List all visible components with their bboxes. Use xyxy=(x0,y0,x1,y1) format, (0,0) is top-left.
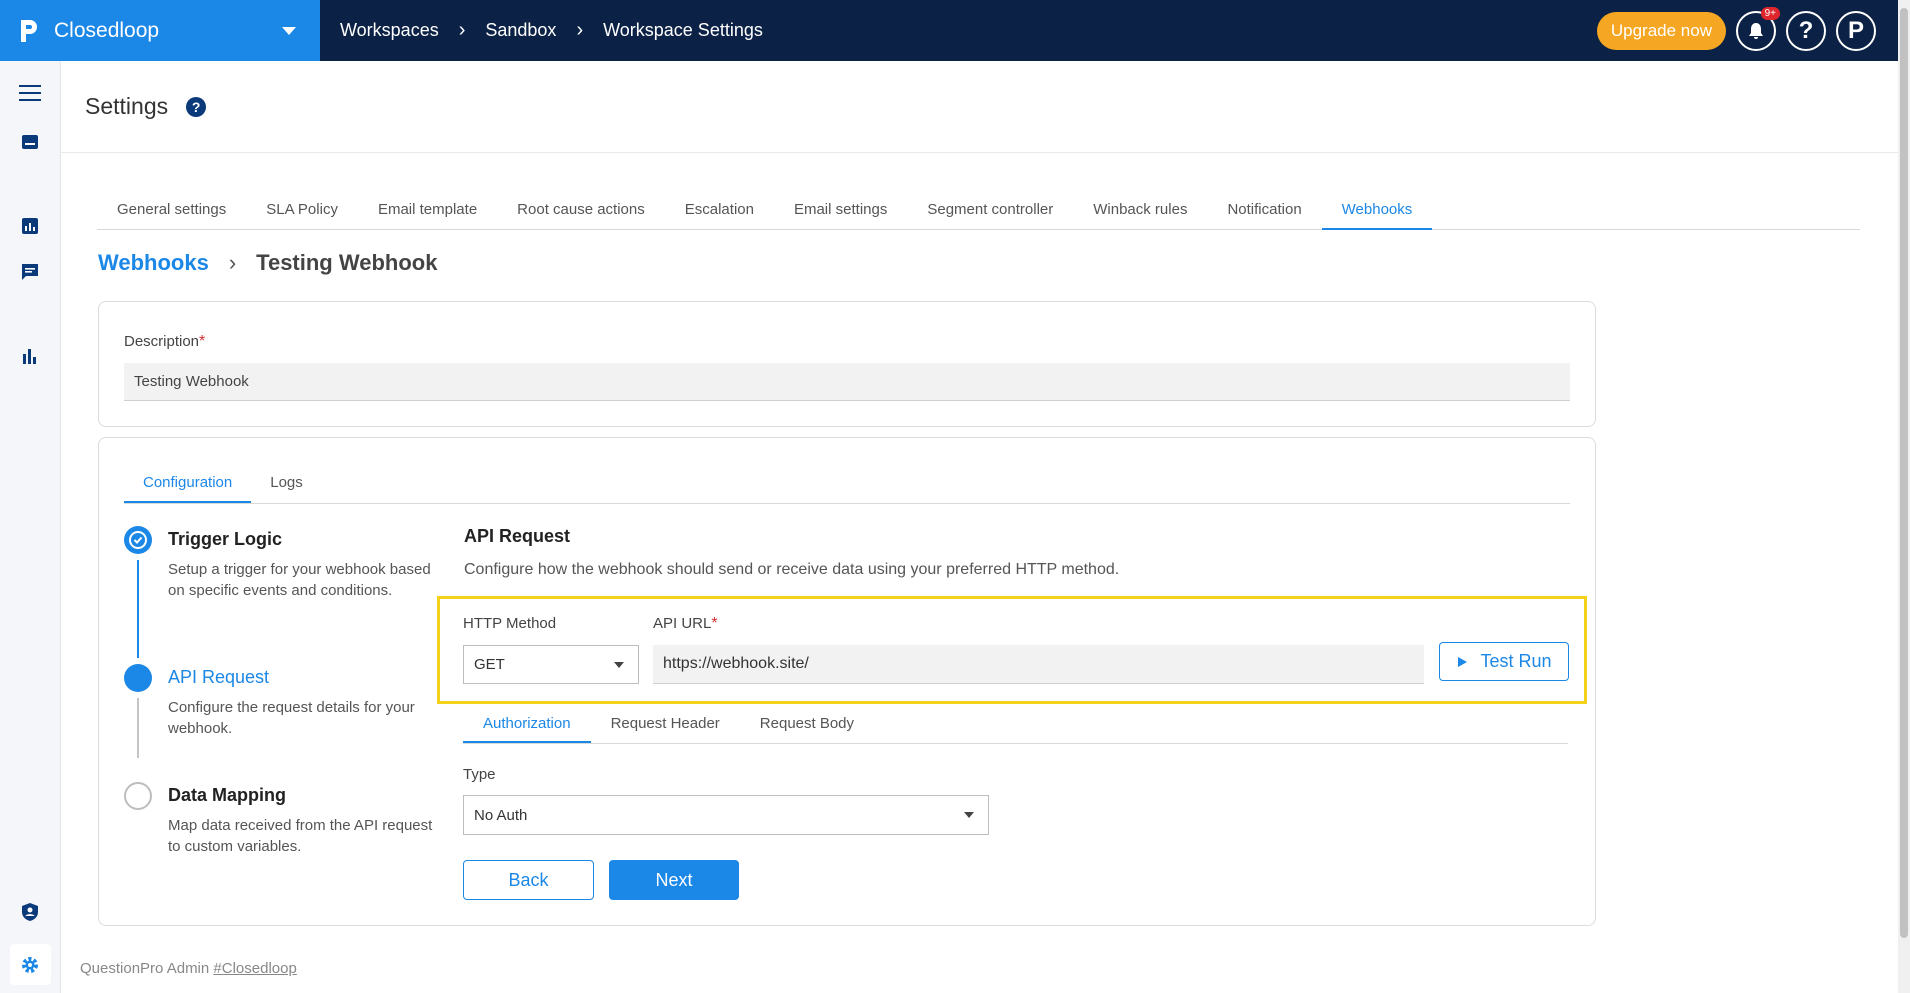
next-button[interactable]: Next xyxy=(609,860,739,900)
sidebar xyxy=(0,61,61,993)
step-desc: Map data received from the API request t… xyxy=(168,817,433,855)
test-run-button[interactable]: Test Run xyxy=(1439,642,1569,681)
description-input[interactable]: Testing Webhook xyxy=(124,363,1570,401)
top-breadcrumb: Workspaces › Sandbox › Workspace Setting… xyxy=(320,19,1597,42)
required-mark: * xyxy=(711,615,718,632)
chevron-right-icon: › xyxy=(228,250,237,275)
chevron-down-icon[interactable] xyxy=(282,26,296,35)
footer-link[interactable]: #Closedloop xyxy=(213,960,296,977)
step-data-mapping[interactable]: Data Mapping Map data received from the … xyxy=(124,782,434,872)
tab-email-settings[interactable]: Email settings xyxy=(774,193,907,230)
tab-configuration[interactable]: Configuration xyxy=(124,468,252,503)
description-label: Description xyxy=(124,333,200,350)
breadcrumb: Webhooks › Testing Webhook xyxy=(98,250,437,276)
settings-tabs: General settings SLA Policy Email templa… xyxy=(97,193,1860,230)
page-title: Settings xyxy=(85,93,169,119)
tab-segment-controller[interactable]: Segment controller xyxy=(907,193,1073,230)
app-switcher[interactable]: Closedloop xyxy=(0,0,320,61)
step-desc: Configure the request details for your w… xyxy=(168,699,415,737)
step-title: API Request xyxy=(168,667,270,687)
check-circle-icon xyxy=(124,526,152,554)
step-desc: Setup a trigger for your webhook based o… xyxy=(168,561,431,599)
top-navbar: Closedloop Workspaces › Sandbox › Worksp… xyxy=(0,0,1898,61)
pending-step-icon xyxy=(124,782,152,810)
tab-general-settings[interactable]: General settings xyxy=(97,193,246,230)
http-method-value: GET xyxy=(474,656,505,673)
auth-type-select[interactable]: No Auth xyxy=(463,795,989,835)
help-icon[interactable]: ? xyxy=(186,96,207,117)
api-url-label-wrap: API URL* xyxy=(653,615,718,633)
upgrade-button[interactable]: Upgrade now xyxy=(1596,11,1726,50)
tab-escalation[interactable]: Escalation xyxy=(665,193,774,230)
config-tabs: Configuration Logs xyxy=(124,468,1570,504)
type-label: Type xyxy=(463,766,496,783)
page-header: Settings ? xyxy=(61,61,1898,153)
menu-icon[interactable] xyxy=(19,82,41,104)
chat-icon[interactable] xyxy=(19,261,41,283)
tab-email-template[interactable]: Email template xyxy=(358,193,497,230)
tab-webhooks[interactable]: Webhooks xyxy=(1321,193,1433,230)
logo-icon xyxy=(21,19,37,42)
inbox-icon[interactable] xyxy=(19,131,41,153)
auth-type-value: No Auth xyxy=(474,806,528,824)
bell-icon xyxy=(1749,22,1763,39)
play-icon xyxy=(1458,656,1468,667)
tab-sla-policy[interactable]: SLA Policy xyxy=(246,193,358,230)
footer-prefix: QuestionPro Admin xyxy=(80,960,210,977)
step-title: Data Mapping xyxy=(168,785,287,805)
bar-chart-icon[interactable] xyxy=(19,345,41,367)
page-scrollbar[interactable] xyxy=(1898,0,1910,993)
app-name: Closedloop xyxy=(54,18,160,42)
api-request-title: API Request xyxy=(464,526,571,546)
crumb-workspace-settings: Workspace Settings xyxy=(603,20,763,40)
api-request-section: API Request Configure how the webhook sh… xyxy=(464,526,1574,579)
caret-down-icon xyxy=(964,812,974,818)
tab-logs[interactable]: Logs xyxy=(251,468,322,503)
dashboard-icon[interactable] xyxy=(19,215,41,237)
request-tabs: Authorization Request Header Request Bod… xyxy=(463,707,1568,744)
shield-user-icon[interactable] xyxy=(19,901,41,923)
api-url-input[interactable]: https://webhook.site/ xyxy=(653,645,1424,684)
tab-authorization[interactable]: Authorization xyxy=(463,707,591,743)
description-card: Description* Testing Webhook xyxy=(98,301,1596,427)
crumb-workspaces[interactable]: Workspaces xyxy=(340,20,439,41)
tab-request-body[interactable]: Request Body xyxy=(740,707,874,743)
required-mark: * xyxy=(199,333,206,350)
tab-root-cause-actions[interactable]: Root cause actions xyxy=(497,193,665,230)
breadcrumb-webhooks-link[interactable]: Webhooks xyxy=(98,250,209,276)
tab-winback-rules[interactable]: Winback rules xyxy=(1073,193,1207,230)
step-title: Trigger Logic xyxy=(168,529,283,549)
help-button[interactable]: ? xyxy=(1786,10,1826,51)
tab-request-header[interactable]: Request Header xyxy=(591,707,740,743)
notification-badge: 9+ xyxy=(1760,6,1780,20)
crumb-sandbox[interactable]: Sandbox xyxy=(485,20,556,41)
http-method-label: HTTP Method xyxy=(463,615,557,632)
gear-icon[interactable] xyxy=(19,954,41,976)
caret-down-icon xyxy=(614,661,624,668)
step-trigger-logic[interactable]: Trigger Logic Setup a trigger for your w… xyxy=(124,526,434,664)
chevron-right-icon: › xyxy=(576,19,584,41)
http-method-select[interactable]: GET xyxy=(463,645,639,684)
footer: QuestionPro Admin #Closedloop xyxy=(80,960,297,977)
step-api-request[interactable]: API Request Configure the request detail… xyxy=(124,664,434,782)
active-step-icon xyxy=(124,664,152,692)
notification-button[interactable]: 9+ xyxy=(1736,6,1780,51)
api-url-label: API URL xyxy=(653,615,712,632)
breadcrumb-current: Testing Webhook xyxy=(256,250,438,275)
stepper: Trigger Logic Setup a trigger for your w… xyxy=(124,526,434,872)
chevron-right-icon: › xyxy=(458,19,466,41)
api-request-subtitle: Configure how the webhook should send or… xyxy=(464,561,1120,578)
profile-button[interactable]: P xyxy=(1836,10,1876,51)
back-button[interactable]: Back xyxy=(463,860,594,900)
tab-notification[interactable]: Notification xyxy=(1207,193,1321,230)
test-run-label: Test Run xyxy=(1480,651,1552,671)
